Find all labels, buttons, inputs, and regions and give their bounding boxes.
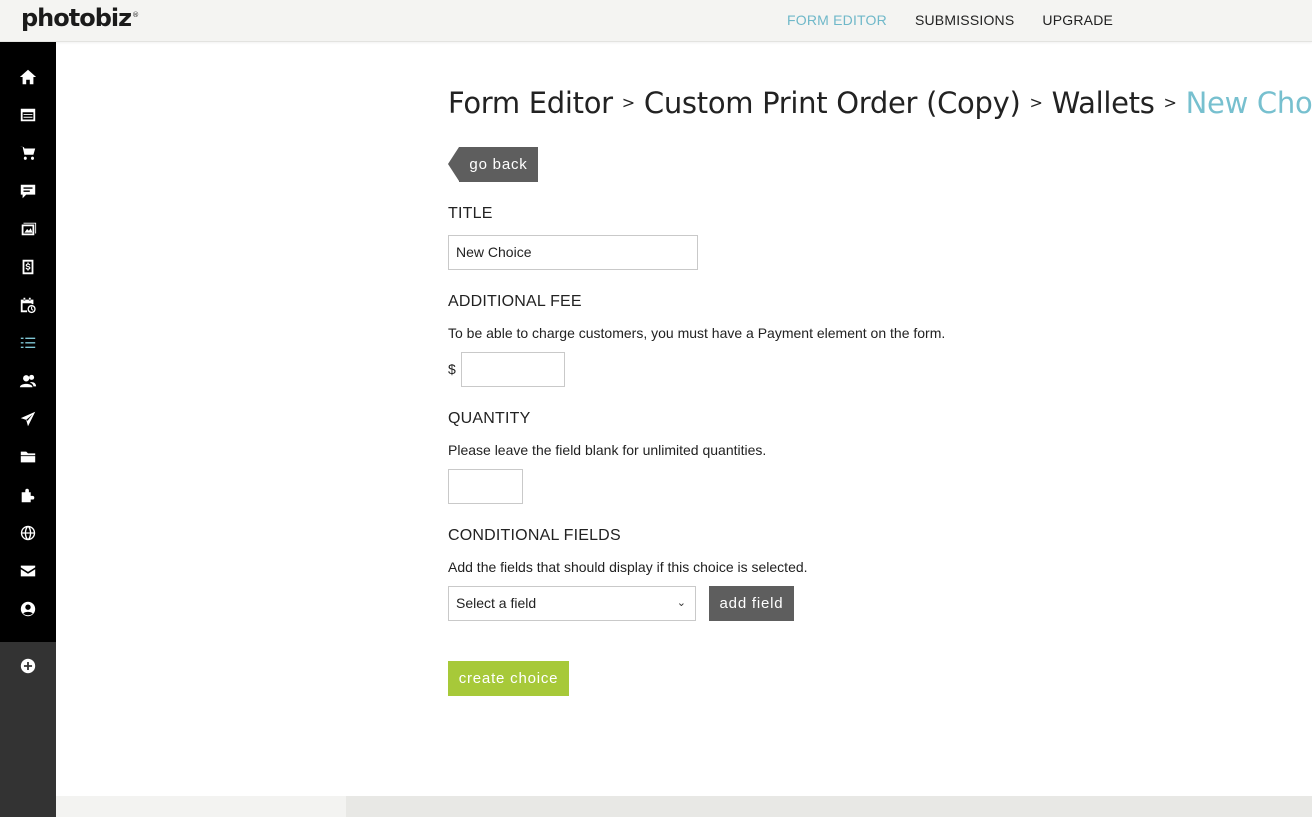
cart-icon[interactable] xyxy=(18,143,38,163)
add-field-button[interactable]: add field xyxy=(709,586,794,621)
globe-icon[interactable] xyxy=(18,523,38,543)
logo-mark: ® xyxy=(132,11,139,19)
top-nav: FORM EDITOR SUBMISSIONS UPGRADE xyxy=(787,12,1141,28)
go-back-button[interactable]: go back xyxy=(448,147,538,182)
nav-upgrade[interactable]: UPGRADE xyxy=(1042,12,1113,28)
breadcrumb: Form Editor > Custom Print Order (Copy) > Wa… xyxy=(448,86,1312,120)
breadcrumb-separator: > xyxy=(1163,93,1177,112)
quantity-heading: QUANTITY xyxy=(448,410,531,427)
additional-fee-input[interactable] xyxy=(461,352,565,387)
gallery-icon[interactable] xyxy=(18,219,38,239)
breadcrumb-form-editor[interactable]: Form Editor xyxy=(448,86,613,120)
currency-symbol: $ xyxy=(448,361,456,377)
chevron-down-icon: ⌄ xyxy=(676,597,686,609)
forms-icon[interactable] xyxy=(18,333,38,353)
send-icon[interactable] xyxy=(18,409,38,429)
logo-text: photobiz xyxy=(21,4,132,32)
home-icon[interactable] xyxy=(18,67,38,87)
title-input[interactable]: New Choice xyxy=(448,235,698,270)
conditional-fields-help: Add the fields that should display if th… xyxy=(448,559,808,575)
add-icon[interactable] xyxy=(18,656,38,676)
photobiz-logo[interactable]: photobiz® xyxy=(21,4,139,32)
breadcrumb-custom-print-order[interactable]: Custom Print Order (Copy) xyxy=(644,86,1021,120)
quantity-input[interactable] xyxy=(448,469,523,504)
mail-icon[interactable] xyxy=(18,561,38,581)
website-icon[interactable] xyxy=(18,105,38,125)
sidebar xyxy=(0,42,56,817)
nav-submissions[interactable]: SUBMISSIONS xyxy=(915,12,1014,28)
comments-icon[interactable] xyxy=(18,181,38,201)
breadcrumb-current: New Choice xyxy=(1185,86,1312,120)
breadcrumb-separator: > xyxy=(621,93,635,112)
title-heading: TITLE xyxy=(448,205,493,222)
account-icon[interactable] xyxy=(18,599,38,619)
footer-strip xyxy=(56,796,1312,817)
breadcrumb-wallets[interactable]: Wallets xyxy=(1052,86,1155,120)
folder-icon[interactable] xyxy=(18,447,38,467)
nav-form-editor[interactable]: FORM EDITOR xyxy=(787,12,887,28)
field-select-value: Select a field xyxy=(456,595,537,611)
field-select[interactable]: Select a field ⌄ xyxy=(448,586,696,621)
invoice-icon[interactable] xyxy=(18,257,38,277)
quantity-help: Please leave the field blank for unlimit… xyxy=(448,442,767,458)
additional-fee-heading: ADDITIONAL FEE xyxy=(448,293,582,310)
contacts-icon[interactable] xyxy=(18,371,38,391)
plugin-icon[interactable] xyxy=(18,485,38,505)
footer-strip-left xyxy=(56,796,346,817)
create-choice-button[interactable]: create choice xyxy=(448,661,569,696)
additional-fee-help: To be able to charge customers, you must… xyxy=(448,325,946,341)
calendar-icon[interactable] xyxy=(18,295,38,315)
back-arrow-icon xyxy=(448,147,459,181)
conditional-fields-heading: CONDITIONAL FIELDS xyxy=(448,527,621,544)
go-back-label: go back xyxy=(459,147,538,182)
breadcrumb-separator: > xyxy=(1029,93,1043,112)
top-bar: photobiz® FORM EDITOR SUBMISSIONS UPGRAD… xyxy=(0,0,1312,42)
